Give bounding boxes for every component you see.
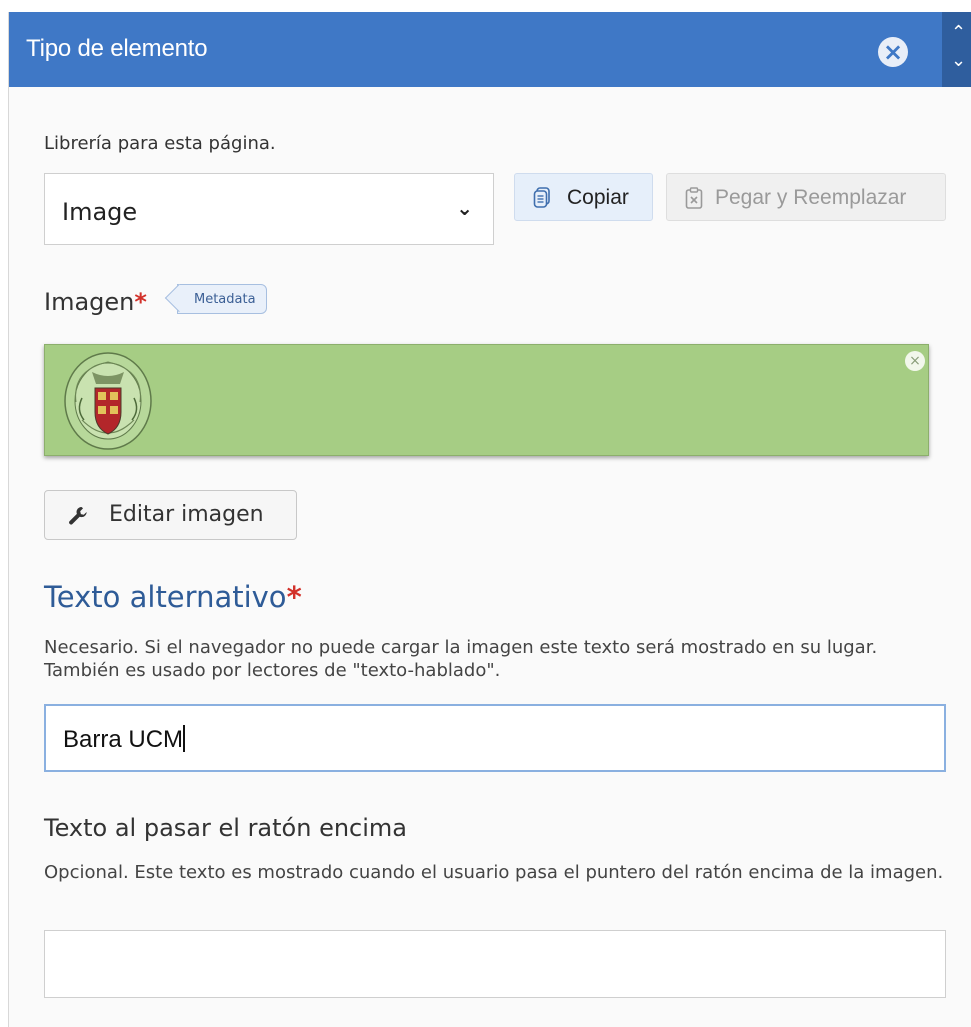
copy-button-label: Copiar [567, 186, 629, 209]
required-mark: * [134, 288, 147, 316]
image-label-text: Imagen [44, 288, 135, 316]
alt-text-title: Texto alternativo* [44, 580, 302, 614]
copy-icon [533, 187, 550, 208]
element-type-select[interactable]: Image ⌄ [44, 173, 494, 245]
element-dialog: Tipo de elemento × ⌃ ⌄ Librería para est… [8, 12, 971, 1027]
paste-icon [685, 187, 703, 209]
required-mark: * [286, 580, 302, 614]
text-cursor [183, 725, 186, 752]
metadata-tag[interactable]: Metadata [177, 284, 267, 314]
alt-text-label: Texto alternativo [44, 580, 287, 614]
paste-button-label: Pegar y Reemplazar [715, 186, 907, 209]
wrench-icon [69, 507, 87, 525]
hover-text-help: Opcional. Este texto es mostrado cuando … [44, 862, 944, 883]
alt-text-help: Necesario. Si el navegador no puede carg… [44, 637, 878, 681]
paste-replace-button[interactable]: Pegar y Reemplazar [666, 173, 946, 221]
alt-text-value: Barra UCM [63, 726, 184, 753]
element-type-value: Image [62, 198, 138, 226]
close-icon[interactable]: × [878, 37, 908, 67]
chevron-down-icon[interactable]: ⌄ [951, 52, 966, 70]
copy-button[interactable]: Copiar [514, 173, 653, 221]
image-field-label: Imagen* [44, 288, 147, 316]
edit-image-button[interactable]: Editar imagen [44, 490, 297, 540]
dialog-title: Tipo de elemento [26, 35, 208, 62]
edit-image-label: Editar imagen [109, 502, 264, 527]
image-preview[interactable]: × [44, 344, 929, 456]
hover-text-label: Texto al pasar el ratón encima [44, 814, 407, 842]
remove-image-icon[interactable]: × [905, 351, 925, 371]
chevron-up-icon[interactable]: ⌃ [951, 24, 966, 42]
alt-text-input[interactable]: Barra UCM [44, 704, 946, 772]
chevron-down-icon: ⌄ [456, 196, 473, 220]
ucm-seal-logo [64, 352, 152, 450]
dialog-header: Tipo de elemento × ⌃ ⌄ [9, 12, 971, 87]
hover-text-input[interactable] [44, 930, 946, 998]
library-label: Librería para esta página. [44, 133, 276, 154]
